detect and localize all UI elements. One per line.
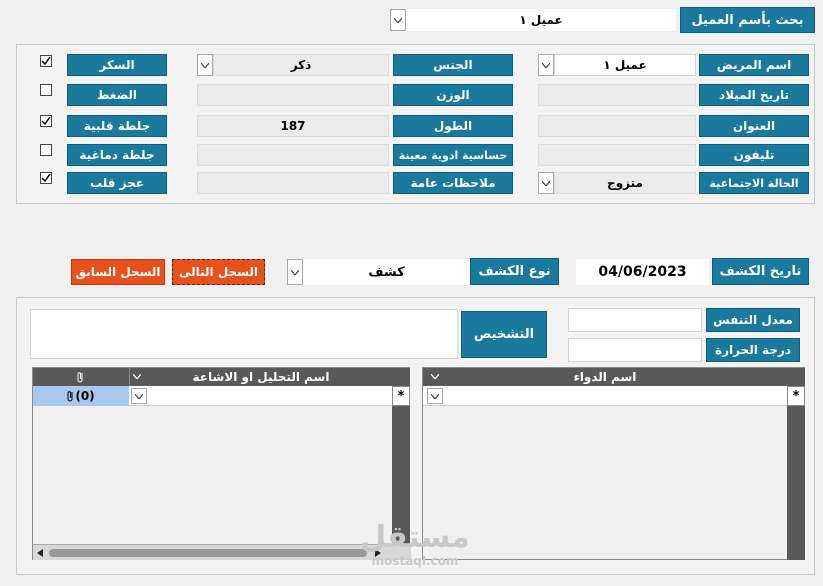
drug-allergy-label: حساسية ادوية معينة bbox=[393, 144, 513, 166]
heart-failure-label: عجز قلب bbox=[67, 172, 167, 194]
general-notes-field[interactable] bbox=[197, 172, 389, 194]
paperclip-icon bbox=[77, 372, 83, 383]
check-icon bbox=[41, 116, 51, 126]
drugs-grid[interactable]: اسم الدواء * bbox=[422, 367, 805, 560]
check-icon bbox=[41, 56, 51, 66]
visit-type-dropdown-arrow[interactable] bbox=[287, 259, 303, 285]
scrollbar-thumb[interactable] bbox=[49, 549, 367, 557]
pressure-checkbox[interactable] bbox=[40, 84, 52, 96]
scroll-left-icon[interactable] bbox=[37, 549, 43, 557]
visit-type-label: نوع الكشف bbox=[470, 258, 559, 285]
row-selector-header bbox=[787, 368, 805, 386]
previous-record-button[interactable]: السجل السابق bbox=[71, 259, 165, 285]
patient-name-select[interactable]: عميل ١ bbox=[554, 54, 696, 76]
gender-select[interactable]: ذكر bbox=[213, 54, 389, 76]
temperature-field[interactable] bbox=[568, 338, 702, 362]
visit-date-label: تاريخ الكشف bbox=[712, 258, 809, 285]
temperature-label: درجة الحرارة bbox=[706, 338, 800, 362]
phone-label: تليفون bbox=[699, 144, 809, 166]
paperclip-icon bbox=[67, 391, 73, 402]
address-field[interactable] bbox=[538, 115, 696, 137]
sugar-label: السكر bbox=[67, 54, 167, 76]
marital-status-label: الحالة الاجتماعية bbox=[699, 172, 809, 194]
respiration-rate-field[interactable] bbox=[568, 308, 702, 332]
next-record-button[interactable]: السجل التالى bbox=[172, 259, 265, 285]
sort-arrow-icon[interactable] bbox=[133, 374, 141, 379]
visit-date-field[interactable]: 04/06/2023 bbox=[576, 259, 709, 285]
attachment-count: (0) bbox=[75, 389, 95, 403]
drug-name-header[interactable]: اسم الدواء bbox=[423, 368, 787, 386]
birth-date-label: تاريخ الميلاد bbox=[699, 84, 809, 106]
sort-arrow-icon[interactable] bbox=[431, 374, 439, 379]
heart-attack-label: جلطة قلبية bbox=[67, 115, 167, 137]
new-lab-row[interactable] bbox=[129, 386, 392, 406]
gender-label: الجنس bbox=[393, 54, 513, 76]
lab-test-header-text: اسم التحليل او الاشاعة bbox=[192, 370, 330, 384]
weight-field[interactable] bbox=[197, 84, 389, 106]
row-selector-column bbox=[787, 406, 805, 560]
check-icon bbox=[41, 173, 51, 183]
watermark-en: mostaql.com bbox=[371, 554, 459, 568]
marital-status-dropdown-arrow[interactable] bbox=[538, 172, 554, 194]
stroke-label: جلطة دماغية bbox=[67, 144, 167, 166]
lab-tests-grid[interactable]: اسم التحليل او الاشاعة (0) * bbox=[32, 367, 411, 560]
heart-failure-checkbox[interactable] bbox=[40, 172, 52, 184]
lab-test-dropdown-arrow[interactable] bbox=[131, 388, 147, 404]
height-label: الطول bbox=[393, 115, 513, 137]
birth-date-field[interactable] bbox=[538, 84, 696, 106]
height-field[interactable]: 187 bbox=[197, 115, 389, 137]
attachment-cell[interactable]: (0) bbox=[33, 386, 129, 406]
attachment-header[interactable] bbox=[33, 368, 129, 386]
pressure-label: الضغط bbox=[67, 84, 167, 106]
marital-status-select[interactable]: متزوج bbox=[554, 172, 696, 194]
sugar-checkbox[interactable] bbox=[40, 55, 52, 67]
drug-allergy-field[interactable] bbox=[197, 144, 389, 166]
horizontal-scrollbar[interactable] bbox=[33, 544, 411, 560]
new-row-marker: * bbox=[787, 386, 805, 406]
stroke-checkbox[interactable] bbox=[40, 144, 52, 156]
visit-type-select[interactable]: كشف bbox=[303, 259, 470, 285]
lab-test-header[interactable]: اسم التحليل او الاشاعة bbox=[129, 368, 392, 386]
search-by-customer-button[interactable]: بحث بأسم العميل bbox=[680, 7, 815, 33]
patient-name-dropdown-arrow[interactable] bbox=[538, 54, 554, 76]
watermark-logo: مستقل mostaql.com bbox=[360, 522, 470, 574]
gender-dropdown-arrow[interactable] bbox=[197, 54, 213, 76]
diagnosis-field[interactable] bbox=[30, 309, 458, 359]
drug-name-header-text: اسم الدواء bbox=[573, 370, 637, 384]
new-row-marker: * bbox=[392, 386, 410, 406]
heart-attack-checkbox[interactable] bbox=[40, 115, 52, 127]
row-selector-header bbox=[392, 368, 410, 386]
drug-dropdown-arrow[interactable] bbox=[427, 388, 443, 404]
patient-name-label: اسم المريض bbox=[699, 54, 809, 76]
new-drug-row[interactable] bbox=[423, 386, 787, 406]
diagnosis-label: التشخيص bbox=[461, 311, 547, 358]
search-dropdown-arrow[interactable] bbox=[390, 9, 406, 31]
search-customer-input[interactable]: عميل ١ bbox=[406, 9, 676, 31]
general-notes-label: ملاحظات عامة bbox=[393, 172, 513, 194]
weight-label: الوزن bbox=[393, 84, 513, 106]
address-label: العنوان bbox=[699, 115, 809, 137]
phone-field[interactable] bbox=[538, 144, 696, 166]
watermark-ar: مستقل bbox=[360, 520, 470, 555]
respiration-rate-label: معدل التنفس bbox=[706, 308, 800, 332]
